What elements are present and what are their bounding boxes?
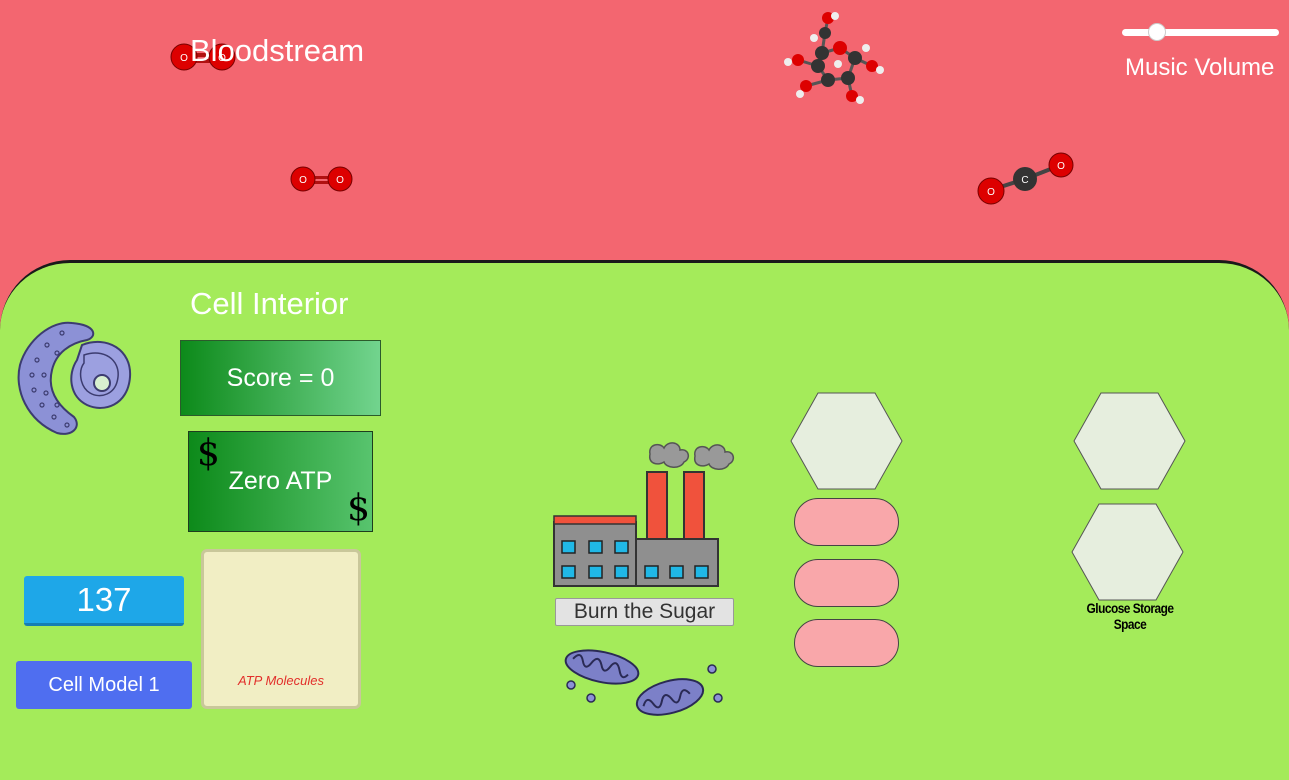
- music-volume-label: Music Volume: [1125, 54, 1275, 81]
- endoplasmic-reticulum-icon: [17, 321, 132, 435]
- oxygen-molecule-2[interactable]: O O: [289, 163, 355, 195]
- dollar-icon: $: [347, 488, 370, 529]
- score-display: Score = 0: [180, 340, 381, 416]
- factory-icon[interactable]: [552, 436, 737, 588]
- atp-molecules-panel[interactable]: ATP Molecules: [201, 549, 361, 709]
- cell-interior-title: Cell Interior: [190, 286, 349, 321]
- atp-status-label: Zero ATP: [228, 467, 333, 495]
- glucose-storage-slot-1[interactable]: [1073, 392, 1186, 490]
- glucose-slot-hexagon[interactable]: [790, 392, 903, 490]
- glucose-molecule[interactable]: [780, 8, 886, 108]
- svg-text:C: C: [1021, 175, 1028, 186]
- svg-text:O: O: [299, 175, 307, 186]
- cell-model-button[interactable]: Cell Model 1: [16, 661, 192, 709]
- svg-text:O: O: [180, 53, 188, 64]
- glucose-storage-label: Glucose Storage Space: [1086, 600, 1174, 632]
- burn-sugar-button[interactable]: Burn the Sugar: [555, 598, 734, 626]
- dollar-icon: $: [197, 433, 220, 474]
- mitochondria-icon: [564, 649, 723, 716]
- atp-molecules-label: ATP Molecules: [238, 673, 324, 688]
- glucose-storage-slot-2[interactable]: [1071, 503, 1184, 601]
- svg-text:O: O: [1057, 161, 1065, 172]
- pyruvate-slot-3[interactable]: [794, 619, 899, 667]
- pyruvate-slot-1[interactable]: [794, 498, 899, 546]
- carbon-dioxide-molecule[interactable]: O C O: [975, 150, 1075, 208]
- counter-button[interactable]: 137: [24, 576, 184, 626]
- bloodstream-title: Bloodstream: [190, 33, 365, 68]
- atp-status-display: Zero ATP $ $: [188, 431, 373, 532]
- svg-text:O: O: [987, 187, 995, 198]
- music-volume-knob[interactable]: [1148, 23, 1166, 41]
- music-volume-slider[interactable]: [1122, 29, 1279, 36]
- pyruvate-slot-2[interactable]: [794, 559, 899, 607]
- svg-text:O: O: [336, 175, 344, 186]
